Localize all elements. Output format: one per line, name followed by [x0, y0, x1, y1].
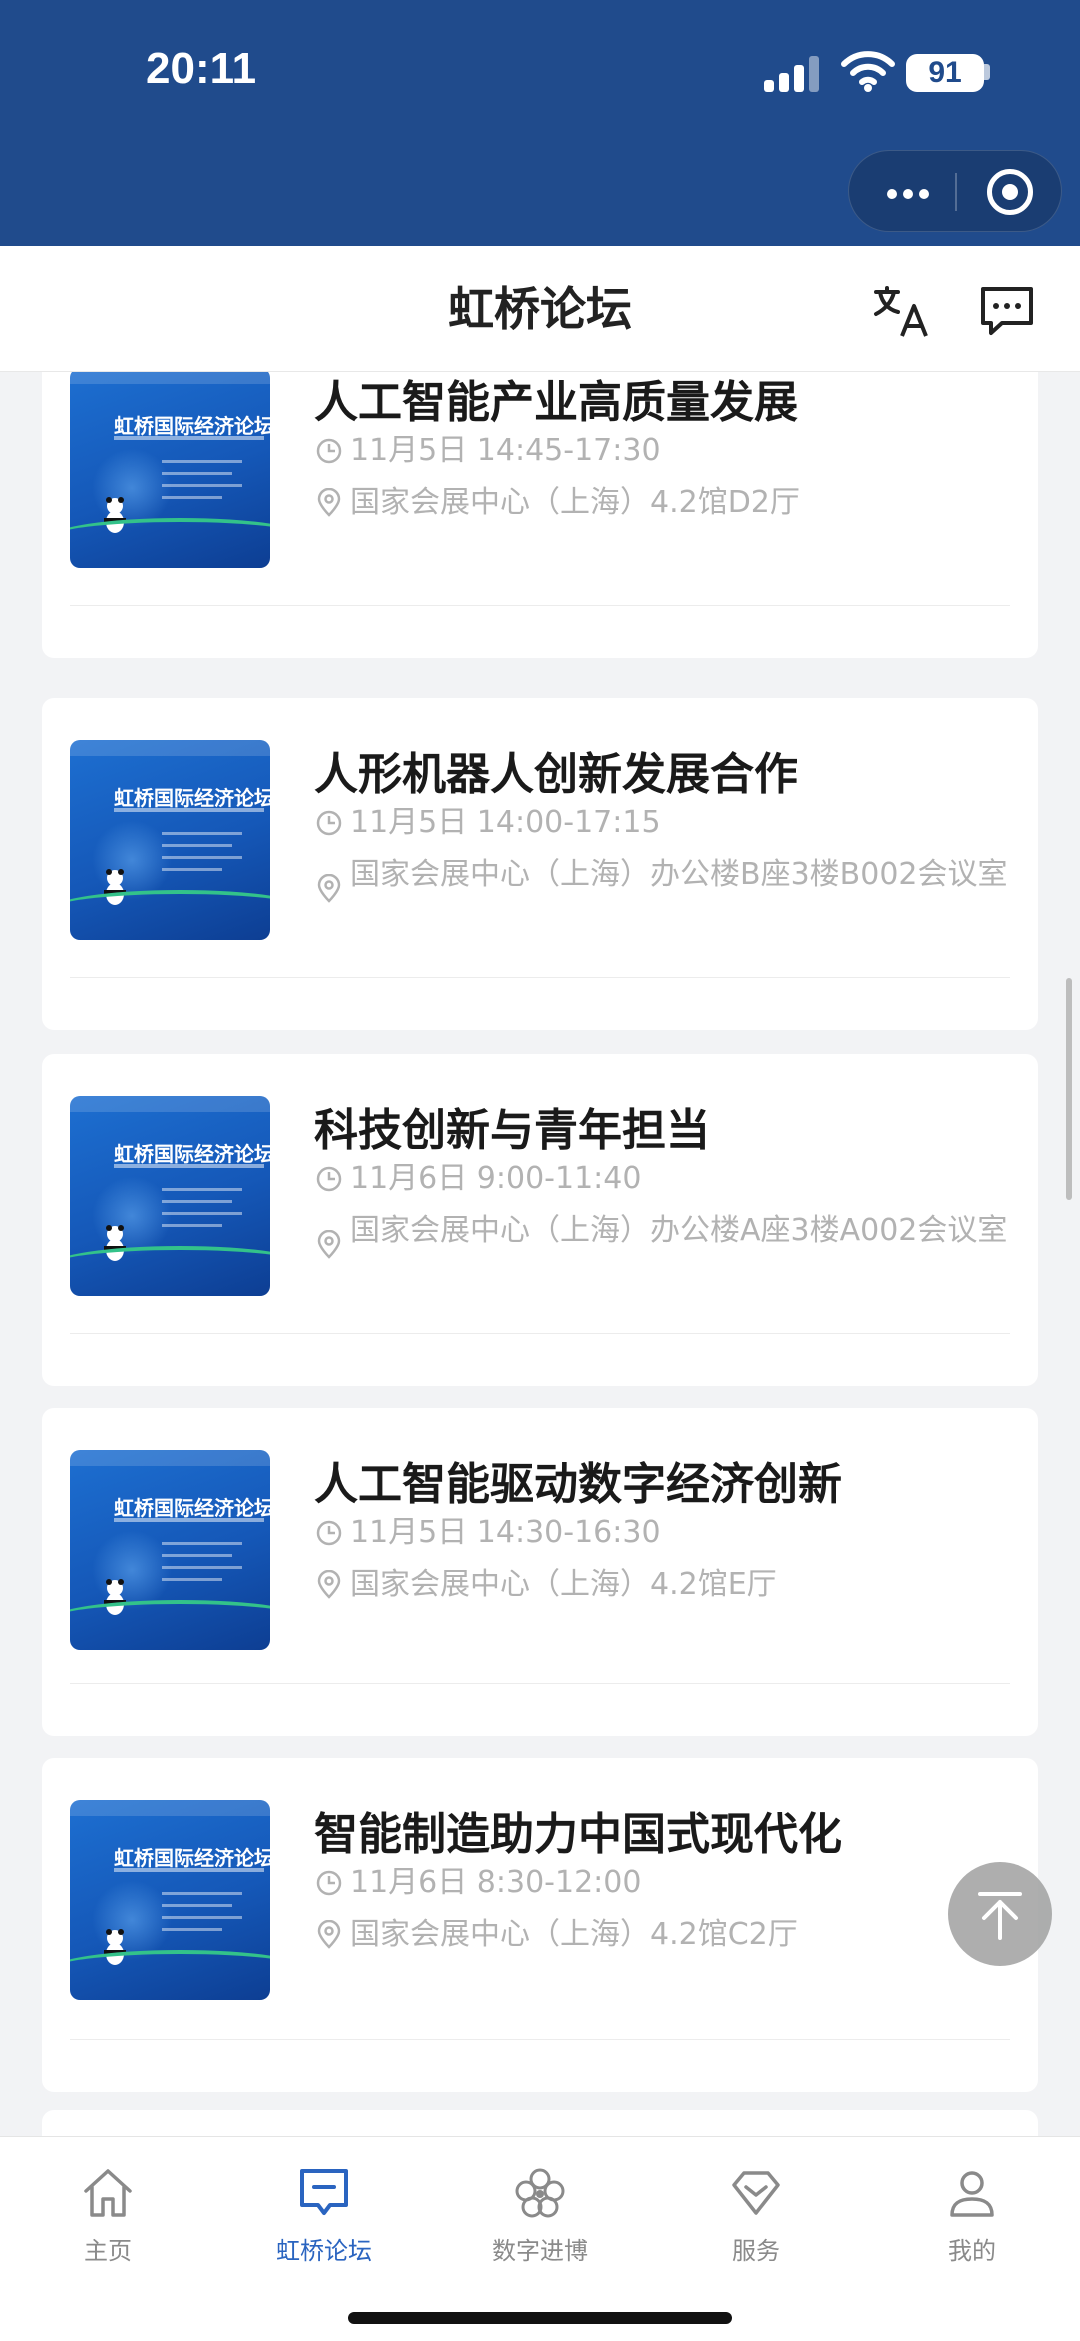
signal-icon	[764, 56, 820, 92]
session-title: 智能制造助力中国式现代化	[314, 1809, 842, 1860]
location-pin-icon	[317, 1920, 341, 1949]
location-pin-icon	[317, 1570, 341, 1599]
clock-icon	[316, 1166, 342, 1192]
session-title: 人工智能产业高质量发展	[314, 377, 798, 428]
tab-services[interactable]: 服务	[648, 2153, 864, 2273]
session-card[interactable]: 虹桥国际经济论坛会 人工智能驱动数字经济创新 11月5日 14:30-16:30…	[42, 1408, 1038, 1736]
home-indicator	[348, 2312, 732, 2324]
clock-icon	[316, 1870, 342, 1896]
session-location: 国家会展中心（上海）4.2馆C2厅	[314, 1918, 1010, 1952]
session-card[interactable]: 虹桥国际经济论坛会 科技创新与青年担当 11月6日 9:00-11:40 国家会…	[42, 1054, 1038, 1386]
tab-forum[interactable]: 虹桥论坛	[216, 2153, 432, 2273]
translate-icon[interactable]	[872, 282, 930, 340]
more-icon[interactable]	[879, 151, 939, 233]
tab-label: 主页	[84, 2237, 132, 2265]
arrow-up-icon	[978, 1892, 1022, 1940]
battery-level: 91	[928, 56, 962, 89]
tab-label: 我的	[948, 2237, 996, 2265]
session-time: 11月6日 8:30-12:00	[314, 1866, 1010, 1900]
tab-label: 数字进博	[492, 2237, 588, 2265]
battery-icon: 91	[906, 54, 984, 92]
tab-label: 服务	[732, 2237, 780, 2265]
session-location: 国家会展中心（上海）4.2馆D2厅	[314, 486, 1010, 520]
session-time: 11月5日 14:45-17:30	[314, 434, 1010, 468]
session-poster: 虹桥国际经济论坛会	[70, 372, 270, 568]
session-time: 11月5日 14:00-17:15	[314, 806, 1010, 840]
location-pin-icon	[317, 488, 341, 517]
home-icon	[84, 2169, 132, 2217]
status-time: 20:11	[146, 44, 257, 93]
session-title: 人工智能驱动数字经济创新	[314, 1459, 842, 1510]
tab-profile[interactable]: 我的	[864, 2153, 1080, 2273]
flower-icon	[515, 2168, 565, 2218]
user-icon	[950, 2171, 994, 2217]
session-time: 11月5日 14:30-16:30	[314, 1516, 1010, 1550]
session-location: 国家会展中心（上海）4.2馆E厅	[314, 1568, 1010, 1602]
message-icon[interactable]	[978, 282, 1036, 340]
session-location: 国家会展中心（上海）办公楼B座3楼B002会议室	[314, 858, 1010, 903]
session-poster: 虹桥国际经济论坛会	[70, 1800, 270, 2000]
clock-icon	[316, 1520, 342, 1546]
session-poster: 虹桥国际经济论坛会	[70, 1096, 270, 1296]
session-title: 人形机器人创新发展合作	[314, 749, 798, 800]
location-pin-icon	[317, 1230, 341, 1259]
tab-digital-expo[interactable]: 数字进博	[432, 2153, 648, 2273]
session-card[interactable]: 虹桥国际经济论坛会 人形机器人创新发展合作 11月5日 14:00-17:15 …	[42, 698, 1038, 1030]
status-bar: 20:11 91	[0, 0, 1080, 246]
scrollbar[interactable]	[1066, 978, 1072, 1200]
session-card[interactable]: 虹桥国际经济论坛会 智能制造助力中国式现代化 11月6日 8:30-12:00 …	[42, 1758, 1038, 2092]
bottom-tab-bar: 主页 虹桥论坛 数字进博 服务 我的	[0, 2136, 1080, 2341]
session-poster: 虹桥国际经济论坛会	[70, 1450, 270, 1650]
miniprogram-capsule	[848, 150, 1062, 232]
session-location: 国家会展中心（上海）办公楼A座3楼A002会议室	[314, 1214, 1010, 1259]
wifi-icon	[841, 51, 895, 92]
session-title: 科技创新与青年担当	[314, 1105, 710, 1156]
session-list: 虹桥国际经济论坛会 人工智能产业高质量发展 11月5日 14:45-17:30 …	[0, 372, 1080, 2136]
session-card[interactable]	[42, 2110, 1038, 2136]
forum-icon	[300, 2169, 348, 2215]
session-card[interactable]: 虹桥国际经济论坛会 人工智能产业高质量发展 11月5日 14:45-17:30 …	[42, 372, 1038, 658]
clock-icon	[316, 438, 342, 464]
back-to-top-button[interactable]	[948, 1862, 1052, 1966]
tab-home[interactable]: 主页	[0, 2153, 216, 2273]
diamond-icon	[732, 2171, 780, 2215]
tab-label: 虹桥论坛	[276, 2237, 372, 2265]
session-time: 11月6日 9:00-11:40	[314, 1162, 1010, 1196]
location-pin-icon	[317, 874, 341, 903]
session-poster: 虹桥国际经济论坛会	[70, 740, 270, 940]
close-icon[interactable]	[987, 169, 1033, 215]
clock-icon	[316, 810, 342, 836]
